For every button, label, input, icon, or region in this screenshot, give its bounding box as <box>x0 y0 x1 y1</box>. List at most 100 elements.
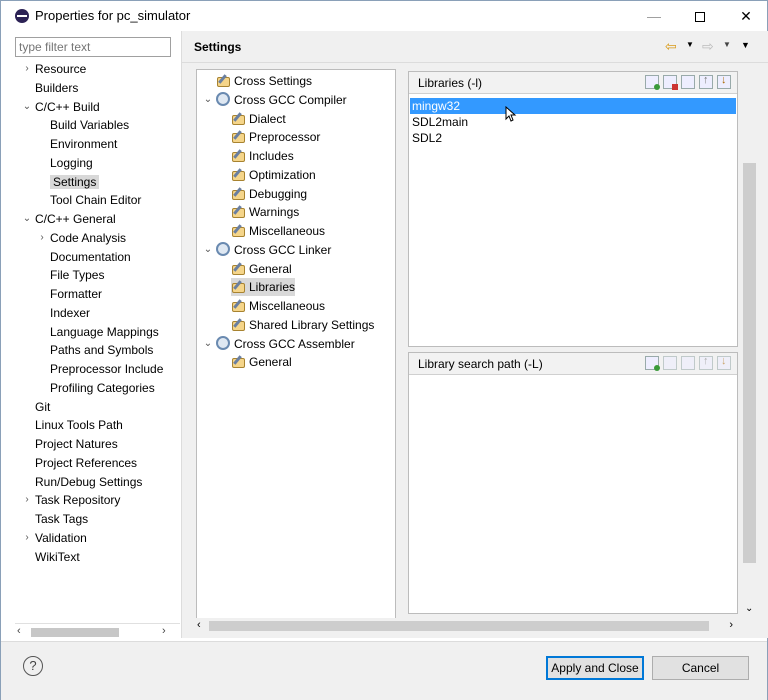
tree-item-builders[interactable]: Builders <box>35 79 78 97</box>
chevron-right-icon[interactable]: › <box>21 491 33 509</box>
tool-tree-item-optimization[interactable]: Optimization <box>231 166 316 184</box>
chevron-down-icon[interactable]: ⌄ <box>202 91 214 109</box>
tree-item-settings[interactable]: Settings <box>50 173 100 191</box>
gear-icon <box>216 335 230 350</box>
tree-item-preprocessor-include[interactable]: Preprocessor Include <box>50 360 163 378</box>
chevron-down-icon[interactable]: ⌄ <box>21 210 33 228</box>
tool-tree-item-debugging[interactable]: Debugging <box>231 185 307 203</box>
scroll-down-icon[interactable]: ⌄ <box>745 603 753 614</box>
chevron-right-icon[interactable]: › <box>21 60 33 78</box>
tool-tree-item-cross-gcc-linker[interactable]: ⌄ Cross GCC Linker <box>204 241 331 259</box>
tool-tree-item-general[interactable]: General <box>231 260 292 278</box>
tree-item-run-debug-settings[interactable]: Run/Debug Settings <box>35 473 142 491</box>
tool-icon <box>231 280 245 294</box>
tree-item-paths-and-symbols[interactable]: Paths and Symbols <box>50 341 153 359</box>
tool-tree-item-shared-library-settings[interactable]: Shared Library Settings <box>231 316 374 334</box>
tree-item-project-references[interactable]: Project References <box>35 454 137 472</box>
help-button[interactable]: ? <box>23 656 43 676</box>
chevron-down-icon[interactable]: ⌄ <box>202 335 214 353</box>
tool-tree-item-warnings[interactable]: Warnings <box>231 203 299 221</box>
tree-item-file-types[interactable]: File Types <box>50 266 104 284</box>
tool-tree-item-dialect[interactable]: Dialect <box>231 110 286 128</box>
tree-item-profiling-categories[interactable]: Profiling Categories <box>50 379 155 397</box>
tree-item-documentation[interactable]: Documentation <box>50 248 131 266</box>
tree-item-build-variables[interactable]: Build Variables <box>50 116 129 134</box>
settings-vscrollbar[interactable]: ⌄ <box>741 63 759 618</box>
filter-input[interactable] <box>15 37 171 57</box>
delete-icon[interactable] <box>663 356 677 370</box>
tree-item-task-repository[interactable]: › Task Repository <box>25 491 121 509</box>
tree-item-label: WikiText <box>35 549 80 564</box>
tool-tree-item-label: Preprocessor <box>249 130 321 145</box>
move-down-icon[interactable] <box>717 74 731 89</box>
chevron-down-icon[interactable]: ⌄ <box>21 98 33 116</box>
view-menu-icon[interactable]: ▼ <box>741 40 750 50</box>
cancel-button[interactable]: Cancel <box>652 656 749 680</box>
tool-tree-item-miscellaneous[interactable]: Miscellaneous <box>231 297 325 315</box>
tree-item-project-natures[interactable]: Project Natures <box>35 435 118 453</box>
scrollbar-thumb[interactable] <box>743 163 756 563</box>
tree-item-logging[interactable]: Logging <box>50 154 93 172</box>
tree-item-validation[interactable]: › Validation <box>25 529 87 547</box>
tool-icon <box>231 112 245 125</box>
tree-item-c-c-build[interactable]: ⌄ C/C++ Build <box>23 98 100 116</box>
tree-item-label: Task Repository <box>35 493 121 508</box>
settings-hscrollbar[interactable]: ‹ › <box>193 618 741 634</box>
back-arrow-icon[interactable]: ⇦ <box>665 38 677 55</box>
move-down-icon[interactable] <box>717 355 731 370</box>
back-dropdown-icon[interactable]: ▼ <box>686 40 694 49</box>
close-button[interactable]: ✕ <box>723 1 768 31</box>
tool-tree-item-includes[interactable]: Includes <box>231 147 294 165</box>
maximize-button[interactable] <box>677 1 723 31</box>
tree-item-tool-chain-editor[interactable]: Tool Chain Editor <box>50 191 141 209</box>
move-up-icon[interactable] <box>699 74 713 89</box>
tree-item-task-tags[interactable]: Task Tags <box>35 510 88 528</box>
scroll-left-icon[interactable]: ‹ <box>17 625 21 637</box>
scroll-right-icon[interactable]: › <box>162 625 166 637</box>
tool-tree-item-label: Miscellaneous <box>249 299 326 313</box>
library-item[interactable]: SDL2 <box>410 130 736 146</box>
add-icon[interactable] <box>645 75 660 90</box>
tree-item-label: Project References <box>35 455 138 470</box>
tree-item-wikitext[interactable]: WikiText <box>35 548 80 566</box>
apply-and-close-button[interactable]: Apply and Close <box>546 656 644 680</box>
tool-tree-item-general[interactable]: General <box>231 353 292 371</box>
edit-icon[interactable] <box>681 356 695 370</box>
chevron-down-icon[interactable]: ⌄ <box>202 241 214 259</box>
libraries-list[interactable]: mingw32 SDL2main SDL2 <box>410 98 736 146</box>
tree-item-code-analysis[interactable]: › Code Analysis <box>40 229 126 247</box>
tree-item-git[interactable]: Git <box>35 398 50 416</box>
tree-item-c-c-general[interactable]: ⌄ C/C++ General <box>23 210 116 228</box>
left-tree-hscrollbar[interactable]: ‹ › <box>15 623 180 639</box>
library-item[interactable]: SDL2main <box>410 114 736 130</box>
forward-arrow-icon[interactable]: ⇨ <box>702 38 714 55</box>
tree-item-formatter[interactable]: Formatter <box>50 285 102 303</box>
chevron-right-icon[interactable]: › <box>36 229 48 247</box>
tree-item-environment[interactable]: Environment <box>50 135 117 153</box>
scrollbar-thumb[interactable] <box>209 621 709 631</box>
tree-item-resource[interactable]: › Resource <box>25 60 86 78</box>
minimize-button[interactable]: — <box>631 1 677 31</box>
tree-item-label: Indexer <box>50 305 91 320</box>
forward-dropdown-icon[interactable]: ▼ <box>723 40 731 49</box>
tree-item-language-mappings[interactable]: Language Mappings <box>50 323 159 341</box>
tool-tree-item-miscellaneous[interactable]: Miscellaneous <box>231 222 325 240</box>
delete-icon[interactable] <box>663 75 678 90</box>
tool-tree-item-libraries[interactable]: Libraries <box>231 278 296 297</box>
library-item[interactable]: mingw32 <box>410 98 736 114</box>
move-up-icon[interactable] <box>699 355 713 370</box>
chevron-right-icon[interactable]: › <box>21 529 33 547</box>
tool-tree-item-cross-settings[interactable]: Cross Settings <box>216 72 312 90</box>
tool-tree-item-cross-gcc-compiler[interactable]: ⌄ Cross GCC Compiler <box>204 91 347 109</box>
tool-tree-item-cross-gcc-assembler[interactable]: ⌄ Cross GCC Assembler <box>204 335 355 353</box>
tree-item-indexer[interactable]: Indexer <box>50 304 90 322</box>
tree-item-linux-tools-path[interactable]: Linux Tools Path <box>35 416 123 434</box>
tool-icon <box>231 168 245 181</box>
add-icon[interactable] <box>645 356 660 371</box>
scroll-right-icon[interactable]: › <box>729 619 733 631</box>
tool-icon <box>231 299 245 312</box>
edit-icon[interactable] <box>681 75 695 89</box>
scrollbar-thumb[interactable] <box>31 628 119 637</box>
scroll-left-icon[interactable]: ‹ <box>197 619 201 631</box>
tool-tree-item-preprocessor[interactable]: Preprocessor <box>231 128 320 146</box>
